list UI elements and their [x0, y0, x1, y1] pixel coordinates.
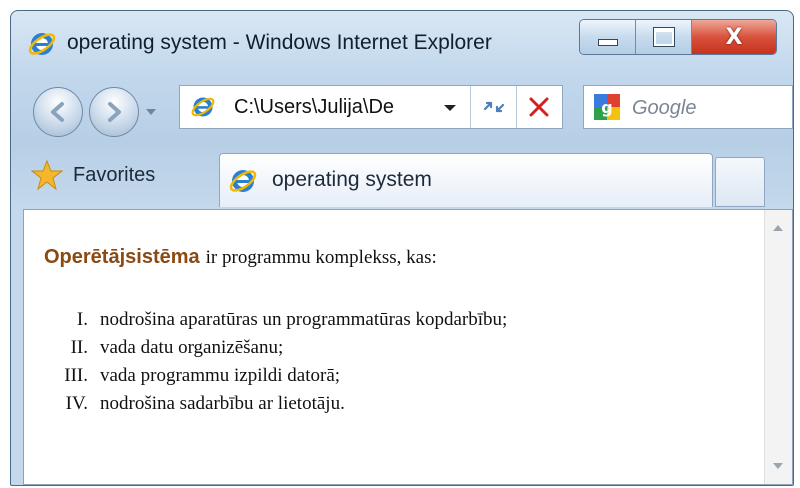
- chevron-down-icon: [444, 105, 456, 111]
- recent-pages-dropdown-icon[interactable]: [145, 107, 157, 117]
- list-item: II. vada datu organizēšanu;: [24, 334, 507, 362]
- forward-arrow-icon: [108, 102, 121, 122]
- list-text: nodrošina sadarbību ar lietotāju.: [100, 393, 345, 414]
- title-bar[interactable]: operating system - Windows Internet Expl…: [11, 11, 793, 71]
- vertical-scrollbar[interactable]: [764, 210, 792, 484]
- list-number: III.: [64, 365, 88, 386]
- close-button[interactable]: X: [692, 20, 776, 54]
- address-text[interactable]: C:\Users\Julija\De: [234, 96, 424, 119]
- maximize-icon: [652, 27, 675, 47]
- close-icon: X: [725, 24, 743, 50]
- stop-icon: [529, 97, 549, 117]
- internet-explorer-icon: [229, 170, 257, 192]
- forward-button[interactable]: [89, 87, 139, 137]
- favorites-label: Favorites: [73, 163, 156, 186]
- scroll-up-icon[interactable]: [772, 224, 784, 232]
- window-title: operating system - Windows Internet Expl…: [67, 31, 492, 54]
- svg-text:g: g: [601, 98, 612, 117]
- maximize-button[interactable]: [636, 20, 692, 54]
- scroll-down-icon[interactable]: [772, 462, 784, 470]
- definition-heading: Operētājsistēma ir programmu komplekss, k…: [44, 246, 437, 269]
- back-button[interactable]: [33, 87, 83, 137]
- favorites-bar: Favorites operating system: [11, 141, 793, 213]
- window-controls: X: [579, 19, 777, 55]
- minimize-icon: [597, 38, 618, 46]
- list-number: I.: [76, 309, 88, 330]
- new-tab-button[interactable]: [715, 157, 765, 207]
- tab-label: operating system: [272, 168, 432, 191]
- list-text: vada datu organizēšanu;: [100, 337, 284, 358]
- internet-explorer-icon: [28, 33, 56, 55]
- list-number: II.: [70, 337, 88, 358]
- refresh-icon: [483, 101, 505, 113]
- list-item: III. vada programmu izpildi datorā;: [24, 362, 507, 390]
- favorites-button[interactable]: Favorites: [31, 153, 155, 197]
- google-icon: g: [594, 94, 620, 120]
- back-arrow-icon: [51, 102, 64, 122]
- divider: [516, 86, 517, 128]
- stop-button[interactable]: [524, 92, 554, 122]
- tab-operating-system[interactable]: operating system: [219, 153, 713, 207]
- star-icon: [31, 159, 63, 191]
- term: Operētājsistēma: [44, 246, 200, 268]
- divider: [470, 86, 471, 128]
- list-item: IV. nodrošina sadarbību ar lietotāju.: [24, 390, 507, 418]
- browser-window: operating system - Windows Internet Expl…: [10, 10, 794, 486]
- list-text: vada programmu izpildi datorā;: [100, 365, 341, 386]
- definition-intro: ir programmu komplekss, kas:: [205, 247, 437, 268]
- navigation-bar: C:\Users\Julija\De g: [11, 71, 793, 149]
- list-number: IV.: [65, 393, 88, 414]
- page-icon: [191, 97, 215, 117]
- refresh-button[interactable]: [480, 94, 508, 120]
- search-box[interactable]: g: [583, 85, 793, 129]
- address-dropdown-button[interactable]: [436, 96, 464, 120]
- function-list: I. nodrošina aparatūras un programmatūras…: [24, 306, 507, 418]
- minimize-button[interactable]: [580, 20, 636, 54]
- address-bar[interactable]: C:\Users\Julija\De: [179, 85, 563, 129]
- page-content: Operētājsistēma ir programmu komplekss, k…: [23, 209, 793, 485]
- list-item: I. nodrošina aparatūras un programmatūras…: [24, 306, 507, 334]
- search-input[interactable]: [630, 93, 784, 123]
- list-text: nodrošina aparatūras un programmatūras k…: [100, 309, 508, 330]
